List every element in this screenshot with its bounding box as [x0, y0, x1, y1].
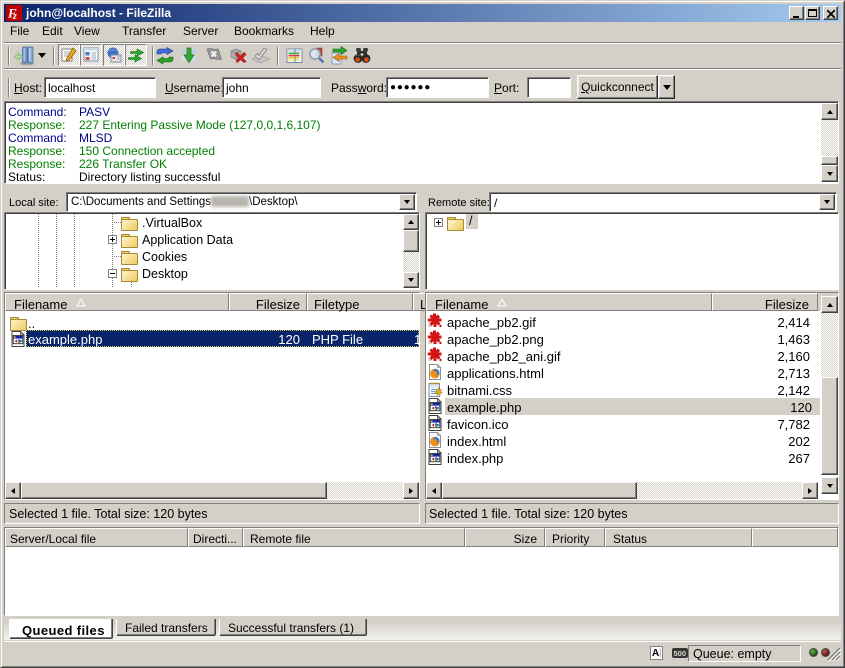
- svg-text:z: z: [12, 11, 17, 21]
